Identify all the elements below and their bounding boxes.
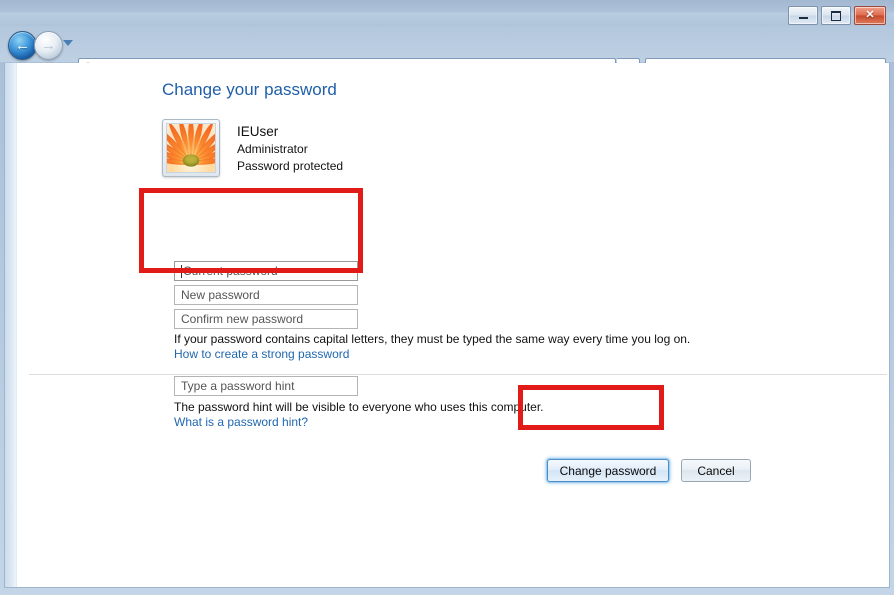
account-summary: IEUser Administrator Password protected (162, 119, 343, 177)
navigation-bar: ← → « User Accounts and Family Safety ▶ … (0, 26, 894, 80)
back-button[interactable]: ← (8, 31, 37, 60)
minimize-button[interactable] (788, 6, 818, 25)
forward-button[interactable]: → (34, 31, 63, 60)
new-password-input[interactable]: New password (174, 285, 358, 305)
avatar[interactable] (162, 119, 220, 177)
close-button[interactable]: ✕ (854, 6, 886, 25)
caption-button-group: ✕ (788, 6, 886, 25)
current-password-placeholder: Current password (183, 264, 278, 278)
account-protection-status: Password protected (237, 159, 344, 173)
close-icon: ✕ (865, 9, 875, 21)
password-hint-note: The password hint will be visible to eve… (174, 400, 544, 414)
password-hint-input[interactable]: Type a password hint (174, 376, 358, 396)
account-username: IEUser (237, 124, 279, 139)
page-title: Change your password (162, 80, 337, 99)
navigation-pane-strip (5, 63, 17, 587)
cancel-button[interactable]: Cancel (681, 459, 751, 482)
confirm-password-input[interactable]: Confirm new password (174, 309, 358, 329)
minimize-icon (789, 7, 817, 24)
what-is-password-hint-link[interactable]: What is a password hint? (174, 415, 308, 429)
content-pane: Change your password IEUser Administrato… (17, 63, 889, 587)
text-caret (181, 264, 182, 278)
maximize-button[interactable] (821, 6, 851, 25)
arrow-left-icon: ← (15, 37, 30, 54)
maximize-icon (822, 7, 850, 24)
how-to-create-strong-password-link[interactable]: How to create a strong password (174, 347, 349, 361)
title-bar: ✕ (0, 0, 894, 26)
user-avatar-flower-icon (166, 123, 216, 173)
recent-pages-icon[interactable] (63, 40, 73, 46)
current-password-input[interactable]: Current password (174, 261, 358, 281)
new-password-placeholder: New password (181, 288, 260, 302)
window-body: Change your password IEUser Administrato… (4, 63, 890, 588)
section-divider (29, 374, 887, 375)
account-role: Administrator (237, 142, 308, 156)
arrow-right-icon: → (41, 37, 56, 54)
password-hint-placeholder: Type a password hint (181, 379, 295, 393)
capital-letters-note: If your password contains capital letter… (174, 332, 691, 346)
change-password-button[interactable]: Change password (547, 459, 669, 482)
confirm-password-placeholder: Confirm new password (181, 312, 304, 326)
control-panel-window: ✕ ← → « User Accounts and F (0, 0, 894, 595)
account-details: IEUser Administrator Password protected (237, 119, 343, 175)
